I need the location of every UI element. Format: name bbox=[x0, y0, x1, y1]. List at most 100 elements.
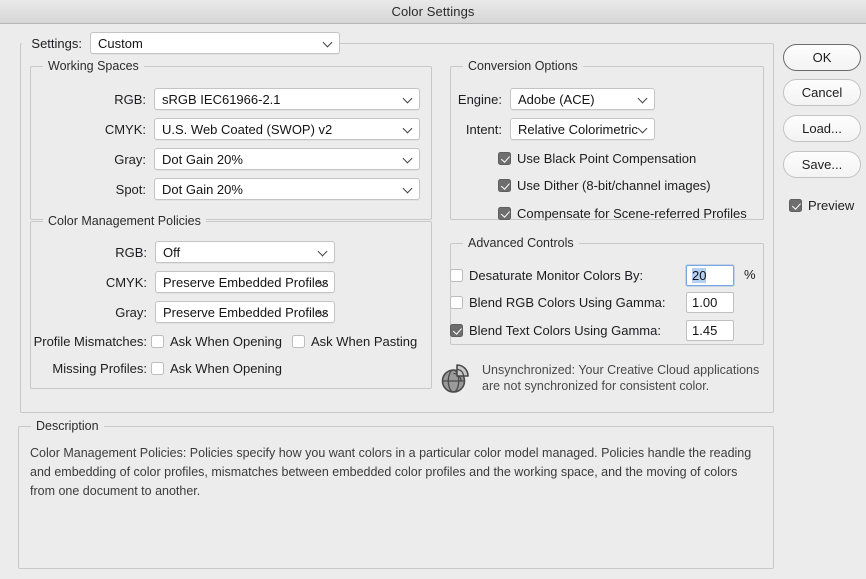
conversion-label-intent: Intent: bbox=[465, 121, 502, 137]
missing-profiles-ask-when-opening-label: Ask When Opening bbox=[170, 361, 283, 376]
profile-mismatches-ask-when-pasting-label: Ask When Pasting bbox=[311, 334, 418, 349]
profile-mismatches-ask-when-pasting-checkbox[interactable]: Ask When Pasting bbox=[292, 334, 417, 349]
working-spaces-select-spot[interactable]: Dot Gain 20% bbox=[154, 178, 420, 200]
working-spaces-select-gray[interactable]: Dot Gain 20% bbox=[154, 148, 420, 170]
working-spaces-row-gray: Gray: Dot Gain 20% bbox=[30, 148, 420, 170]
checkbox-box bbox=[789, 199, 802, 212]
compensate-scene-referred-label: Compensate for Scene-referred Profiles bbox=[517, 206, 747, 221]
conversion-label-engine: Engine: bbox=[457, 91, 502, 107]
conversion-row-engine: Engine: Adobe (ACE) bbox=[450, 88, 655, 110]
checkbox-box bbox=[450, 269, 463, 282]
window-title: Color Settings bbox=[391, 4, 475, 19]
chevron-down-icon bbox=[639, 124, 648, 133]
working-spaces-label-spot: Spot: bbox=[115, 181, 147, 197]
chevron-down-icon bbox=[319, 277, 328, 286]
conversion-value-engine: Adobe (ACE) bbox=[518, 91, 595, 107]
window-titlebar: Color Settings bbox=[0, 0, 866, 24]
chevron-down-icon bbox=[404, 124, 413, 133]
policies-row-gray: Gray: Preserve Embedded Profiles bbox=[30, 301, 335, 323]
policies-label-rgb: RGB: bbox=[115, 244, 147, 260]
blend-text-colors-gamma-input[interactable]: 1.45 bbox=[686, 320, 734, 341]
color-settings-dialog: Color Settings Settings: Custom Working … bbox=[0, 0, 866, 579]
blend-rgb-colors-gamma-input[interactable]: 1.00 bbox=[686, 292, 734, 313]
chevron-down-icon bbox=[404, 184, 413, 193]
use-dither-checkbox[interactable]: Use Dither (8-bit/channel images) bbox=[498, 178, 711, 193]
use-black-point-compensation-label: Use Black Point Compensation bbox=[517, 151, 697, 166]
missing-profiles-ask-when-opening-checkbox[interactable]: Ask When Opening bbox=[151, 361, 282, 376]
missing-profiles-label: Missing Profiles: bbox=[52, 361, 147, 376]
working-spaces-value-gray: Dot Gain 20% bbox=[162, 151, 243, 167]
settings-select[interactable]: Custom bbox=[90, 32, 340, 54]
desaturate-percent-suffix: % bbox=[744, 267, 756, 282]
checkbox-box bbox=[151, 335, 164, 348]
load-button[interactable]: Load... bbox=[783, 115, 861, 142]
sync-notice-text: Unsynchronized: Your Creative Cloud appl… bbox=[482, 363, 760, 393]
working-spaces-label-cmyk: CMYK: bbox=[104, 121, 147, 137]
checkbox-box bbox=[450, 296, 463, 309]
checkbox-box bbox=[450, 324, 463, 337]
color-management-policies-legend: Color Management Policies bbox=[43, 214, 206, 228]
conversion-select-intent[interactable]: Relative Colorimetric bbox=[510, 118, 655, 140]
working-spaces-value-spot: Dot Gain 20% bbox=[162, 181, 243, 197]
cancel-button-label: Cancel bbox=[801, 85, 843, 100]
policies-select-gray[interactable]: Preserve Embedded Profiles bbox=[155, 301, 335, 323]
save-button[interactable]: Save... bbox=[783, 151, 861, 178]
desaturate-monitor-colors-input[interactable]: 20 bbox=[686, 265, 734, 286]
checkbox-box bbox=[151, 362, 164, 375]
use-black-point-compensation-checkbox[interactable]: Use Black Point Compensation bbox=[498, 151, 696, 166]
working-spaces-label-gray: Gray: bbox=[114, 151, 147, 167]
profile-mismatches-ask-when-opening-label: Ask When Opening bbox=[170, 334, 283, 349]
policies-label-cmyk: CMYK: bbox=[105, 274, 147, 290]
profile-mismatches-row: Profile Mismatches: bbox=[30, 334, 155, 349]
settings-label: Settings: bbox=[22, 35, 90, 51]
working-spaces-value-cmyk: U.S. Web Coated (SWOP) v2 bbox=[162, 121, 333, 137]
profile-mismatches-ask-when-opening-checkbox[interactable]: Ask When Opening bbox=[151, 334, 282, 349]
ok-button[interactable]: OK bbox=[783, 44, 861, 71]
blend-rgb-colors-gamma-value: 1.00 bbox=[692, 295, 718, 310]
description-text: Color Management Policies: Policies spec… bbox=[30, 446, 752, 498]
desaturate-monitor-colors-label: Desaturate Monitor Colors By: bbox=[469, 268, 644, 283]
working-spaces-select-cmyk[interactable]: U.S. Web Coated (SWOP) v2 bbox=[154, 118, 420, 140]
blend-rgb-colors-gamma-checkbox[interactable]: Blend RGB Colors Using Gamma: bbox=[450, 295, 666, 310]
chevron-down-icon bbox=[404, 94, 413, 103]
policies-select-cmyk[interactable]: Preserve Embedded Profiles bbox=[155, 271, 335, 293]
sync-notice: Unsynchronized: Your Creative Cloud appl… bbox=[438, 362, 770, 396]
save-button-label: Save... bbox=[801, 157, 843, 172]
blend-rgb-colors-gamma-label: Blend RGB Colors Using Gamma: bbox=[469, 295, 666, 310]
policies-select-rgb[interactable]: Off bbox=[155, 241, 335, 263]
load-button-label: Load... bbox=[802, 121, 842, 136]
settings-row: Settings: Custom bbox=[22, 32, 340, 54]
blend-text-colors-gamma-label: Blend Text Colors Using Gamma: bbox=[469, 323, 661, 338]
preview-label: Preview bbox=[808, 198, 855, 213]
policies-value-cmyk: Preserve Embedded Profiles bbox=[163, 274, 329, 290]
policies-row-cmyk: CMYK: Preserve Embedded Profiles bbox=[30, 271, 335, 293]
working-spaces-select-rgb[interactable]: sRGB IEC61966-2.1 bbox=[154, 88, 420, 110]
conversion-row-intent: Intent: Relative Colorimetric bbox=[450, 118, 655, 140]
policies-label-gray: Gray: bbox=[115, 304, 147, 320]
working-spaces-label-rgb: RGB: bbox=[114, 91, 147, 107]
compensate-scene-referred-checkbox[interactable]: Compensate for Scene-referred Profiles bbox=[498, 206, 747, 221]
chevron-down-icon bbox=[319, 247, 328, 256]
ok-button-label: OK bbox=[812, 50, 832, 65]
advanced-controls-legend: Advanced Controls bbox=[463, 236, 579, 250]
working-spaces-value-rgb: sRGB IEC61966-2.1 bbox=[162, 91, 281, 107]
settings-select-value: Custom bbox=[98, 35, 143, 51]
conversion-value-intent: Relative Colorimetric bbox=[518, 121, 638, 137]
working-spaces-row-rgb: RGB: sRGB IEC61966-2.1 bbox=[30, 88, 420, 110]
conversion-select-engine[interactable]: Adobe (ACE) bbox=[510, 88, 655, 110]
chevron-down-icon bbox=[404, 154, 413, 163]
globe-sync-icon bbox=[441, 364, 469, 393]
preview-checkbox[interactable]: Preview bbox=[789, 198, 854, 213]
desaturate-monitor-colors-checkbox[interactable]: Desaturate Monitor Colors By: bbox=[450, 268, 643, 283]
blend-text-colors-gamma-value: 1.45 bbox=[692, 323, 718, 338]
missing-profiles-row: Missing Profiles: bbox=[30, 361, 155, 376]
policies-row-rgb: RGB: Off bbox=[30, 241, 335, 263]
chevron-down-icon bbox=[324, 38, 333, 47]
cancel-button[interactable]: Cancel bbox=[783, 79, 861, 106]
profile-mismatches-label: Profile Mismatches: bbox=[33, 334, 147, 349]
description-legend: Description bbox=[31, 419, 104, 433]
desaturate-monitor-colors-value: 20 bbox=[692, 268, 707, 283]
checkbox-box bbox=[498, 207, 511, 220]
blend-text-colors-gamma-checkbox[interactable]: Blend Text Colors Using Gamma: bbox=[450, 323, 661, 338]
checkbox-box bbox=[292, 335, 305, 348]
